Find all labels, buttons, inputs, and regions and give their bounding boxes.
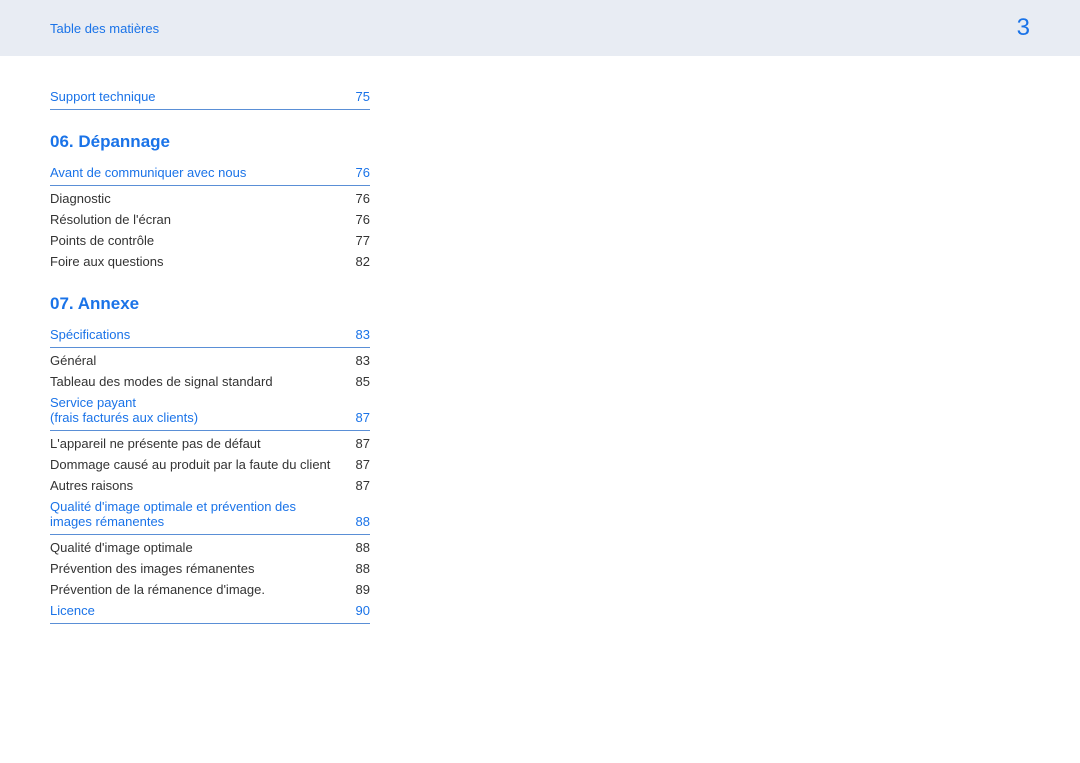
- toc-item-label: Points de contrôle: [50, 233, 350, 248]
- toc-item-label: Tableau des modes de signal standard: [50, 374, 350, 389]
- divider: [50, 109, 370, 110]
- toc-item-page: 76: [350, 191, 370, 206]
- toc-group: Service payant (frais facturés aux clien…: [50, 392, 370, 496]
- toc-item[interactable]: Résolution de l'écran 76: [50, 209, 370, 230]
- toc-link-label: Support technique: [50, 89, 350, 104]
- toc-item[interactable]: Qualité d'image optimale 88: [50, 537, 370, 558]
- toc-item[interactable]: Autres raisons 87: [50, 475, 370, 496]
- toc-item-label: Résolution de l'écran: [50, 212, 350, 227]
- toc-link-specifications[interactable]: Spécifications 83: [50, 324, 370, 345]
- page-number: 3: [1017, 14, 1030, 42]
- toc-item[interactable]: Points de contrôle 77: [50, 230, 370, 251]
- header-title: Table des matières: [50, 21, 159, 36]
- toc-item[interactable]: Prévention de la rémanence d'image. 89: [50, 579, 370, 600]
- toc-content: Support technique 75 06. Dépannage Avant…: [0, 56, 420, 656]
- toc-group: Avant de communiquer avec nous 76 Diagno…: [50, 162, 370, 272]
- toc-link-label: Spécifications: [50, 327, 350, 342]
- divider: [50, 185, 370, 186]
- toc-item[interactable]: Foire aux questions 82: [50, 251, 370, 272]
- toc-item[interactable]: Diagnostic 76: [50, 188, 370, 209]
- toc-link-label: Licence: [50, 603, 350, 618]
- toc-item[interactable]: Dommage causé au produit par la faute du…: [50, 454, 370, 475]
- toc-link-page: 75: [350, 89, 370, 104]
- toc-link-page: 87: [350, 410, 370, 425]
- toc-item-label: Dommage causé au produit par la faute du…: [50, 457, 350, 472]
- toc-link-label: Avant de communiquer avec nous: [50, 165, 350, 180]
- toc-item-page: 88: [350, 561, 370, 576]
- toc-link-page: 90: [350, 603, 370, 618]
- toc-item-page: 82: [350, 254, 370, 269]
- divider: [50, 347, 370, 348]
- toc-item-label: Prévention de la rémanence d'image.: [50, 582, 350, 597]
- toc-item-page: 87: [350, 436, 370, 451]
- toc-group: Licence 90: [50, 600, 370, 624]
- toc-item-label: Foire aux questions: [50, 254, 350, 269]
- toc-item[interactable]: Tableau des modes de signal standard 85: [50, 371, 370, 392]
- toc-item-page: 83: [350, 353, 370, 368]
- toc-item-page: 87: [350, 478, 370, 493]
- toc-link-page: 76: [350, 165, 370, 180]
- toc-item[interactable]: Général 83: [50, 350, 370, 371]
- toc-link-page: 83: [350, 327, 370, 342]
- toc-link-page: 88: [350, 514, 370, 529]
- toc-link-label: Qualité d'image optimale et prévention d…: [50, 499, 350, 529]
- toc-item-label: Autres raisons: [50, 478, 350, 493]
- section-heading-07: 07. Annexe: [50, 294, 370, 314]
- divider: [50, 430, 370, 431]
- toc-item[interactable]: Prévention des images rémanentes 88: [50, 558, 370, 579]
- section-heading-06: 06. Dépannage: [50, 132, 370, 152]
- toc-link-avant-communiquer[interactable]: Avant de communiquer avec nous 76: [50, 162, 370, 183]
- toc-item-label: Prévention des images rémanentes: [50, 561, 350, 576]
- toc-item-label: Général: [50, 353, 350, 368]
- divider: [50, 623, 370, 624]
- toc-group: Spécifications 83 Général 83 Tableau des…: [50, 324, 370, 392]
- toc-item-page: 87: [350, 457, 370, 472]
- toc-link-licence[interactable]: Licence 90: [50, 600, 370, 621]
- toc-link-service-payant[interactable]: Service payant (frais facturés aux clien…: [50, 392, 370, 428]
- toc-item-page: 76: [350, 212, 370, 227]
- toc-link-label: Service payant (frais facturés aux clien…: [50, 395, 350, 425]
- toc-link-support-technique[interactable]: Support technique 75: [50, 86, 370, 107]
- toc-item-page: 88: [350, 540, 370, 555]
- toc-link-qualite-image[interactable]: Qualité d'image optimale et prévention d…: [50, 496, 370, 532]
- toc-item-page: 85: [350, 374, 370, 389]
- divider: [50, 534, 370, 535]
- header-bar: Table des matières 3: [0, 0, 1080, 56]
- toc-item-page: 89: [350, 582, 370, 597]
- toc-item-page: 77: [350, 233, 370, 248]
- toc-item-label: L'appareil ne présente pas de défaut: [50, 436, 350, 451]
- toc-item[interactable]: L'appareil ne présente pas de défaut 87: [50, 433, 370, 454]
- toc-item-label: Diagnostic: [50, 191, 350, 206]
- toc-item-label: Qualité d'image optimale: [50, 540, 350, 555]
- toc-group: Qualité d'image optimale et prévention d…: [50, 496, 370, 600]
